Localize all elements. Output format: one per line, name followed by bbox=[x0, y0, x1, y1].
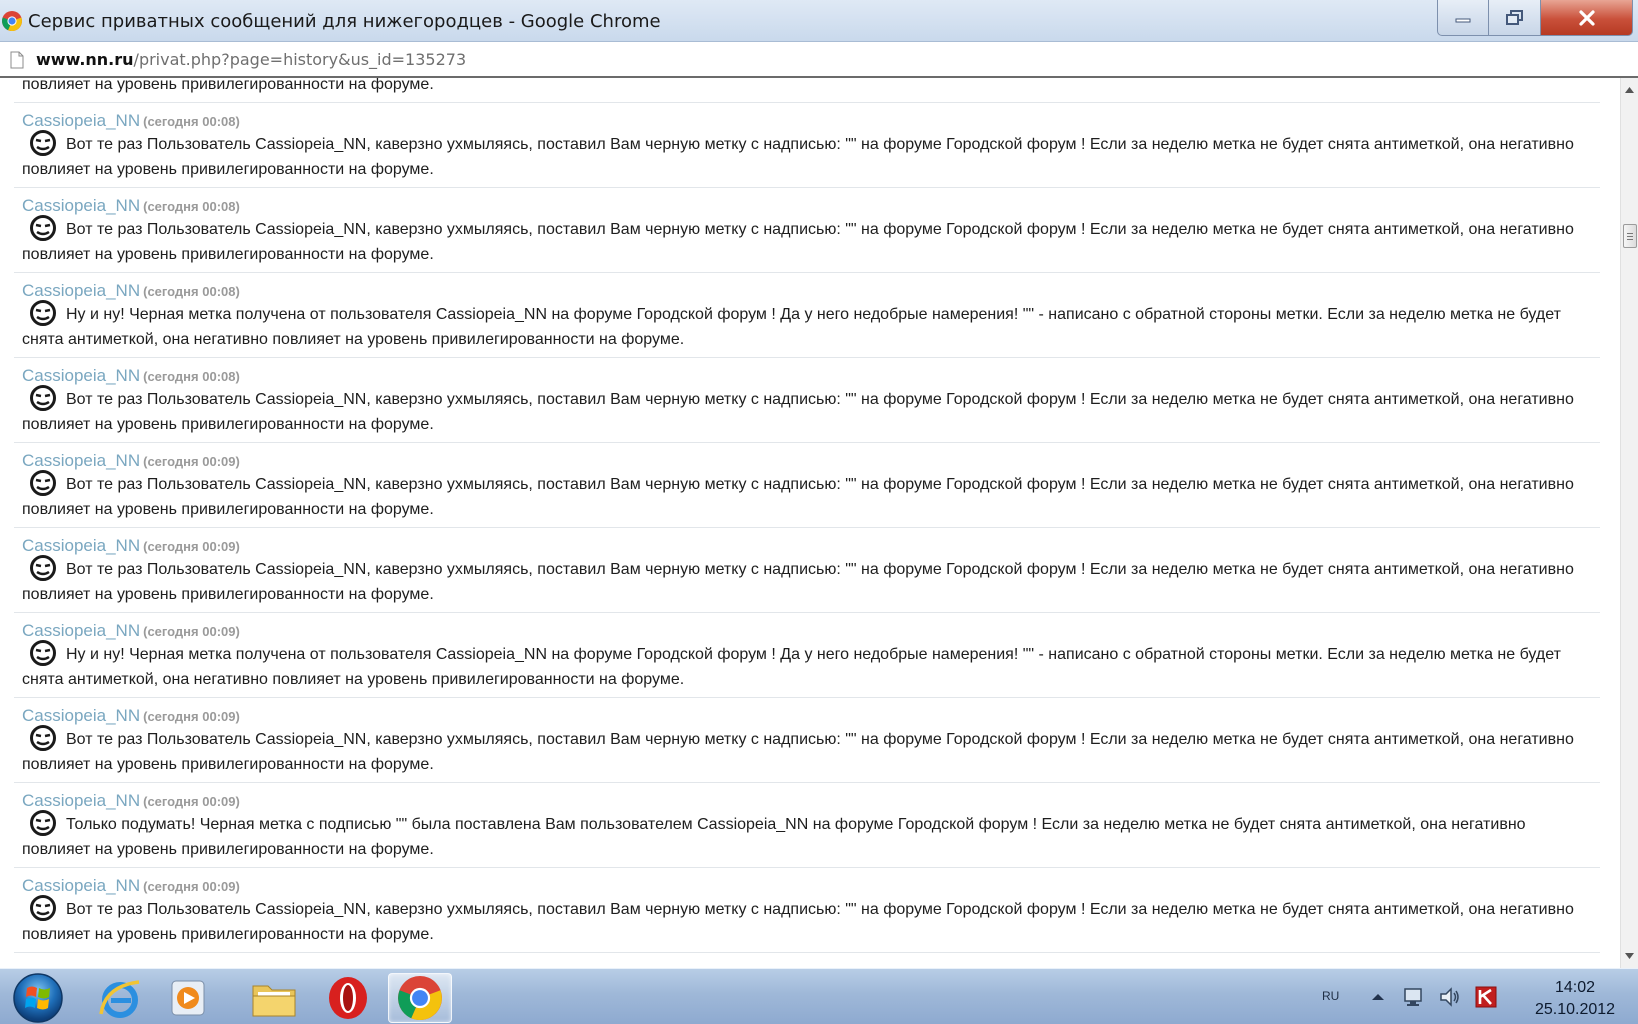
message-time: (сегодня 00:08) bbox=[143, 114, 240, 129]
message-item: Cassiopeia_NN (сегодня 00:08) Вот те раз … bbox=[14, 188, 1600, 273]
message-text: Вот те раз Пользователь Cassiopeia_NN, к… bbox=[22, 476, 1574, 518]
opera-icon bbox=[329, 977, 367, 1019]
message-author-link[interactable]: Cassiopeia_NN bbox=[22, 366, 140, 385]
scroll-up-button[interactable] bbox=[1621, 82, 1638, 98]
url-path: /privat.php?page=history&us_id=135273 bbox=[133, 50, 467, 69]
message-item: Cassiopeia_NN (сегодня 00:09) Ну и ну! Че… bbox=[14, 613, 1600, 698]
close-icon bbox=[1578, 9, 1595, 26]
clock-date: 25.10.2012 bbox=[1534, 1001, 1616, 1018]
message-author-link[interactable]: Cassiopeia_NN bbox=[22, 281, 140, 300]
message-time: (сегодня 00:09) bbox=[143, 794, 240, 809]
message-text: Ну и ну! Черная метка получена от пользо… bbox=[22, 646, 1561, 688]
vertical-scrollbar[interactable] bbox=[1620, 78, 1638, 968]
address-bar[interactable]: www.nn.ru/privat.php?page=history&us_id=… bbox=[0, 42, 1638, 78]
message-time: (сегодня 00:09) bbox=[143, 454, 240, 469]
message-author-link[interactable]: Cassiopeia_NN bbox=[22, 621, 140, 640]
message-text: Вот те раз Пользователь Cassiopeia_NN, к… bbox=[22, 731, 1574, 773]
message-author-link[interactable]: Cassiopeia_NN bbox=[22, 111, 140, 130]
volume-icon[interactable] bbox=[1438, 985, 1462, 1009]
message-item: Cassiopeia_NN (сегодня 00:09) Вот те раз … bbox=[14, 528, 1600, 613]
message-history[interactable]: Вот те раз Пользователь Cassiopeia_NN, к… bbox=[0, 78, 1620, 968]
message-time: (сегодня 00:08) bbox=[143, 199, 240, 214]
message-author-link[interactable]: Cassiopeia_NN bbox=[22, 196, 140, 215]
message-text: Вот те раз Пользователь Cassiopeia_NN, к… bbox=[22, 221, 1574, 263]
message-item: Вот те раз Пользователь Cassiopeia_NN, к… bbox=[14, 78, 1600, 103]
file-explorer-icon bbox=[252, 985, 296, 1017]
smiley-icon bbox=[30, 215, 56, 241]
page-icon bbox=[10, 51, 24, 69]
message-time: (сегодня 00:08) bbox=[143, 369, 240, 384]
taskbar-media-player[interactable] bbox=[156, 973, 220, 1023]
network-icon[interactable] bbox=[1402, 985, 1426, 1009]
smiley-icon bbox=[30, 130, 56, 156]
message-item: Cassiopeia_NN (сегодня 00:09) Только поду… bbox=[14, 783, 1600, 868]
message-time: (сегодня 00:09) bbox=[143, 624, 240, 639]
arrow-down-icon bbox=[1625, 953, 1634, 959]
message-author-link[interactable]: Cassiopeia_NN bbox=[22, 451, 140, 470]
message-time: (сегодня 00:09) bbox=[143, 879, 240, 894]
taskbar: RU 14:02 25.10.2012 bbox=[0, 968, 1638, 1024]
message-text: Вот те раз Пользователь Cassiopeia_NN, к… bbox=[22, 391, 1574, 433]
message-text: Ну и ну! Черная метка получена от пользо… bbox=[22, 306, 1561, 348]
chrome-logo-icon bbox=[2, 11, 22, 31]
window-titlebar[interactable]: Сервис приватных сообщений для нижегород… bbox=[0, 0, 1638, 42]
start-button[interactable] bbox=[12, 972, 64, 1024]
message-item: Cassiopeia_NN (сегодня 00:09) Вот те раз … bbox=[14, 698, 1600, 783]
close-button[interactable] bbox=[1541, 0, 1633, 36]
message-item: Cassiopeia_NN (сегодня 00:08) Вот те раз … bbox=[14, 103, 1600, 188]
language-indicator[interactable]: RU bbox=[1322, 989, 1339, 1003]
smiley-icon bbox=[30, 555, 56, 581]
message-text: Только подумать! Черная метка с подписью… bbox=[22, 816, 1526, 858]
window-title: Сервис приватных сообщений для нижегород… bbox=[28, 11, 661, 32]
minimize-icon bbox=[1455, 18, 1471, 22]
arrow-up-icon bbox=[1625, 87, 1634, 93]
restore-icon bbox=[1505, 9, 1523, 25]
internet-explorer-icon bbox=[99, 980, 140, 1018]
message-text: Вот те раз Пользователь Cassiopeia_NN, к… bbox=[22, 901, 1574, 943]
message-author-link[interactable]: Cassiopeia_NN bbox=[22, 536, 140, 555]
smiley-icon bbox=[30, 895, 56, 921]
message-time: (сегодня 00:08) bbox=[143, 284, 240, 299]
scroll-down-button[interactable] bbox=[1621, 948, 1638, 964]
message-item: Cassiopeia_NN (сегодня 00:08) Вот те раз … bbox=[14, 358, 1600, 443]
message-time: (сегодня 00:09) bbox=[143, 539, 240, 554]
message-author-link[interactable]: Cassiopeia_NN bbox=[22, 791, 140, 810]
taskbar-opera[interactable] bbox=[316, 973, 380, 1023]
taskbar-file-explorer[interactable] bbox=[242, 973, 306, 1023]
message-time: (сегодня 00:09) bbox=[143, 709, 240, 724]
message-text: Вот те раз Пользователь Cassiopeia_NN, к… bbox=[22, 136, 1574, 178]
kaspersky-antivirus-icon[interactable] bbox=[1474, 985, 1498, 1009]
message-item: Cassiopeia_NN (сегодня 00:09) Вот те раз … bbox=[14, 868, 1600, 953]
taskbar-chrome[interactable] bbox=[388, 973, 452, 1023]
message-item: Cassiopeia_NN (сегодня 00:08) Ну и ну! Че… bbox=[14, 273, 1600, 358]
chrome-icon bbox=[398, 976, 442, 1020]
smiley-icon bbox=[30, 385, 56, 411]
message-text: Вот те раз Пользователь Cassiopeia_NN, к… bbox=[22, 78, 434, 93]
smiley-icon bbox=[30, 470, 56, 496]
smiley-icon bbox=[30, 810, 56, 836]
message-author-link[interactable]: Cassiopeia_NN bbox=[22, 706, 140, 725]
smiley-icon bbox=[30, 640, 56, 666]
smiley-icon bbox=[30, 300, 56, 326]
media-player-icon bbox=[171, 980, 205, 1016]
smiley-icon bbox=[30, 725, 56, 751]
url-text[interactable]: www.nn.ru/privat.php?page=history&us_id=… bbox=[36, 50, 466, 69]
show-hidden-icons-arrow-icon[interactable] bbox=[1366, 985, 1390, 1009]
message-list: Вот те раз Пользователь Cassiopeia_NN, к… bbox=[14, 78, 1600, 953]
taskbar-internet-explorer[interactable] bbox=[88, 973, 152, 1023]
message-item: Cassiopeia_NN (сегодня 00:09) Вот те раз … bbox=[14, 443, 1600, 528]
message-author-link[interactable]: Cassiopeia_NN bbox=[22, 876, 140, 895]
clock-time: 14:02 bbox=[1554, 979, 1596, 996]
system-clock[interactable]: 14:02 25.10.2012 bbox=[1520, 977, 1630, 1021]
url-host: www.nn.ru bbox=[36, 50, 134, 69]
restore-button[interactable] bbox=[1489, 0, 1541, 36]
minimize-button[interactable] bbox=[1437, 0, 1489, 36]
message-text: Вот те раз Пользователь Cassiopeia_NN, к… bbox=[22, 561, 1574, 603]
scroll-thumb[interactable] bbox=[1623, 224, 1637, 248]
